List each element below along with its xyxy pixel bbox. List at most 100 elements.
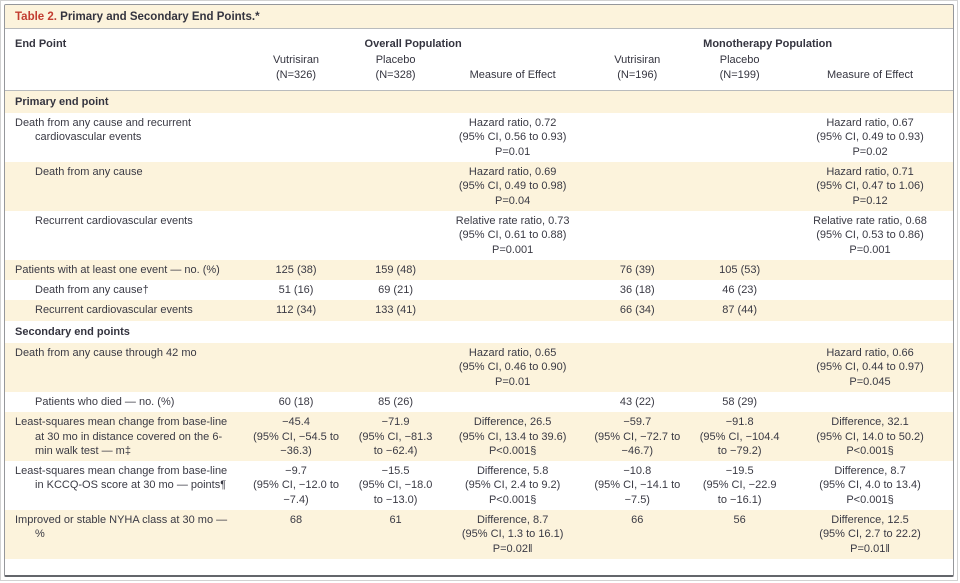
table-row: Patients with at least one event — no. (…: [5, 259, 953, 281]
cell-placebo-overall: 133 (41): [375, 304, 417, 317]
cell-measure-mono: [787, 300, 953, 320]
cell-vutrisiran-overall: 60 (18): [278, 395, 314, 408]
col-header-placebo-overall: Placebo (N=328): [375, 54, 416, 81]
cell-measure-mono: [787, 392, 953, 412]
cell-placebo-mono: [692, 113, 787, 162]
cell-measure-overall: [443, 260, 582, 280]
cell-measure-mono: Hazard ratio, 0.67 (95% CI, 0.49 to 0.93…: [816, 117, 924, 158]
table-header: End Point Overall Population Monotherapy…: [5, 29, 953, 91]
cell-vutrisiran-overall: 68: [289, 514, 303, 527]
cell-placebo-overall: −15.5 (95% CI, −18.0 to −13.0): [358, 465, 433, 506]
cell-measure-mono: Hazard ratio, 0.66 (95% CI, 0.44 to 0.97…: [816, 347, 924, 388]
table-row: Least-squares mean change from base-line…: [5, 412, 953, 462]
table-row: Improved or stable NYHA class at 30 mo —…: [5, 510, 953, 559]
page: Table 2. Primary and Secondary End Point…: [0, 0, 958, 581]
cell-measure-overall: [443, 300, 582, 320]
cell-vutrisiran-overall: [244, 113, 348, 162]
table-row: Recurrent cardiovascular events Relative …: [5, 211, 953, 260]
section-header: Primary end point: [15, 95, 109, 108]
column-header-row: Vutrisiran (N=326) Placebo (N=328) Measu…: [5, 51, 953, 90]
cell-measure-overall: Difference, 26.5 (95% CI, 13.4 to 39.6) …: [458, 416, 567, 457]
cell-placebo-mono: −91.8 (95% CI, −104.4 to −79.2): [699, 416, 780, 457]
cell-placebo-mono: −19.5 (95% CI, −22.9 to −16.1): [702, 465, 777, 506]
cell-placebo-mono: 46 (23): [722, 284, 758, 297]
cell-vutrisiran-mono: 66 (34): [619, 304, 655, 317]
cell-placebo-mono: 87 (44): [722, 304, 758, 317]
cell-placebo-mono: [692, 211, 787, 260]
endpoint-label: Death from any cause†: [35, 284, 149, 297]
cell-measure-mono: [787, 280, 953, 300]
endpoint-label: Death from any cause through 42 mo: [15, 347, 197, 360]
cell-vutrisiran-mono: −59.7 (95% CI, −72.7 to −46.7): [594, 416, 681, 457]
table-row: Death from any cause† 51 (16) 69 (21) 36 (1…: [5, 280, 953, 300]
cell-placebo-overall: [348, 162, 443, 211]
cell-vutrisiran-mono: [582, 211, 692, 260]
table-body: Primary end point Death from any cause an…: [5, 90, 953, 559]
endpoint-label: Patients with at least one event — no. (…: [15, 263, 220, 276]
cell-vutrisiran-mono: [582, 162, 692, 211]
cell-measure-mono: Relative rate ratio, 0.68 (95% CI, 0.53 …: [813, 214, 927, 256]
cell-placebo-mono: [692, 343, 787, 392]
section-row: Secondary end points: [5, 321, 953, 343]
cell-measure-overall: Hazard ratio, 0.65 (95% CI, 0.46 to 0.90…: [458, 347, 567, 388]
cell-measure-overall: [443, 392, 582, 412]
cell-placebo-mono: 105 (53): [719, 263, 761, 276]
section-row: Primary end point: [5, 90, 953, 114]
cell-placebo-overall: 69 (21): [378, 284, 413, 297]
endpoint-label: Recurrent cardiovascular events: [35, 304, 193, 317]
endpoints-table: End Point Overall Population Monotherapy…: [5, 29, 953, 559]
cell-vutrisiran-overall: [244, 343, 348, 392]
cell-vutrisiran-mono: −10.8 (95% CI, −14.1 to −7.5): [594, 465, 681, 506]
table-row: Death from any cause and recurrent cardi…: [5, 113, 953, 162]
cell-placebo-overall: [348, 211, 443, 260]
cell-measure-overall: [443, 280, 582, 300]
cell-placebo-overall: 61: [389, 514, 402, 527]
cell-measure-overall: Relative rate ratio, 0.73 (95% CI, 0.61 …: [455, 214, 570, 256]
col-header-vutrisiran-mono: Vutrisiran (N=196): [614, 54, 661, 81]
table-caption: Primary and Secondary End Points.*: [56, 11, 260, 23]
cell-measure-mono: Difference, 32.1 (95% CI, 14.0 to 50.2) …: [816, 416, 924, 457]
endpoint-label: Patients who died — no. (%): [35, 395, 175, 408]
cell-vutrisiran-overall: [244, 211, 348, 260]
cell-measure-overall: Hazard ratio, 0.69 (95% CI, 0.49 to 0.98…: [458, 166, 567, 207]
cell-vutrisiran-overall: [244, 162, 348, 211]
col-header-measure-overall: Measure of Effect: [469, 68, 556, 81]
endpoint-label: Death from any cause and recurrent cardi…: [15, 117, 192, 144]
cell-measure-overall: Difference, 5.8 (95% CI, 2.4 to 9.2) P<0…: [464, 465, 561, 506]
table-row: Death from any cause Hazard ratio, 0.69 (…: [5, 162, 953, 211]
cell-measure-overall: Difference, 8.7 (95% CI, 1.3 to 16.1) P=…: [461, 514, 564, 555]
cell-measure-mono: Hazard ratio, 0.71 (95% CI, 0.47 to 1.06…: [816, 166, 924, 207]
table-row: Recurrent cardiovascular events 112 (34) 1…: [5, 300, 953, 321]
table-row: Patients who died — no. (%) 60 (18) 85 (26…: [5, 392, 953, 412]
cell-vutrisiran-mono: 76 (39): [619, 263, 655, 276]
col-header-placebo-mono: Placebo (N=199): [719, 54, 760, 81]
endpoint-label: Least-squares mean change from base-line…: [15, 465, 228, 492]
table-title: Table 2. Primary and Secondary End Point…: [5, 5, 953, 29]
table-number: Table 2.: [15, 11, 57, 23]
section-header: Secondary end points: [15, 325, 130, 338]
cell-vutrisiran-mono: 66: [631, 514, 644, 527]
table-row: Least-squares mean change from base-line…: [5, 461, 953, 510]
endpoint-label: Death from any cause: [35, 166, 143, 179]
col-header-end-point: End Point: [15, 38, 67, 50]
cell-placebo-overall: −71.9 (95% CI, −81.3 to −62.4): [358, 416, 433, 457]
cell-vutrisiran-overall: −9.7 (95% CI, −12.0 to −7.4): [253, 465, 339, 506]
cell-vutrisiran-overall: −45.4 (95% CI, −54.5 to −36.3): [253, 416, 339, 457]
col-header-spacer: [5, 51, 244, 90]
col-header-measure-mono: Measure of Effect: [827, 68, 914, 81]
group-header-monotherapy: Monotherapy Population: [703, 38, 833, 50]
cell-vutrisiran-mono: 43 (22): [619, 395, 655, 408]
cell-placebo-overall: 85 (26): [378, 395, 413, 408]
col-header-vutrisiran-overall: Vutrisiran (N=326): [273, 54, 320, 81]
endpoint-label: Least-squares mean change from base-line…: [15, 416, 228, 457]
cell-placebo-overall: 159 (48): [375, 263, 417, 276]
cell-measure-mono: Difference, 8.7 (95% CI, 4.0 to 13.4) P<…: [819, 465, 921, 506]
cell-vutrisiran-overall: 112 (34): [275, 304, 317, 317]
cell-vutrisiran-mono: [582, 343, 692, 392]
cell-placebo-overall: [348, 343, 443, 392]
cell-vutrisiran-overall: 125 (38): [275, 263, 317, 276]
cell-vutrisiran-mono: [582, 113, 692, 162]
endpoint-label: Recurrent cardiovascular events: [35, 214, 193, 227]
table-row: Death from any cause through 42 mo Hazard…: [5, 343, 953, 392]
cell-measure-overall: Hazard ratio, 0.72 (95% CI, 0.56 to 0.93…: [458, 117, 567, 158]
